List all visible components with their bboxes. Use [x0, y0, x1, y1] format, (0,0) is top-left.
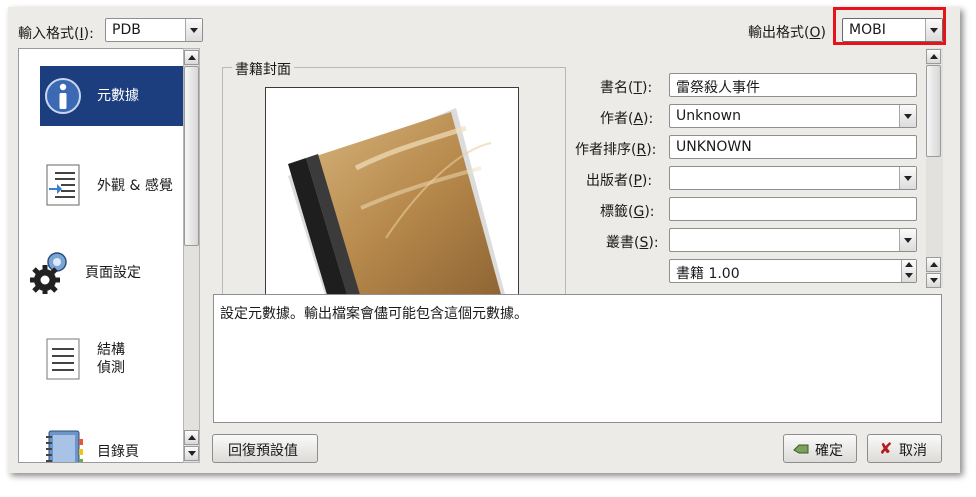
- spin-down-icon[interactable]: [905, 273, 913, 278]
- cancel-button[interactable]: ✘ 取消: [867, 434, 942, 463]
- spin-up-icon[interactable]: [905, 262, 913, 267]
- ok-button[interactable]: 確定: [783, 434, 857, 463]
- sidebar-item-look-and-feel[interactable]: 外觀 & 感覺: [40, 155, 185, 215]
- series-label: 叢書(S):: [606, 235, 659, 251]
- description-box: 設定元數據。輸出檔案會儘可能包含這個元數據。: [213, 294, 942, 423]
- scroll-up-button[interactable]: [184, 430, 199, 445]
- structure-detect-icon: [46, 338, 80, 380]
- sidebar-item-label: 結構 偵測: [97, 342, 125, 376]
- scroll-down-button[interactable]: [926, 273, 941, 288]
- chevron-down-icon: [185, 19, 202, 41]
- toc-notebook-icon: [46, 430, 83, 462]
- sidebar-item-structure-detection[interactable]: 結構 偵測: [40, 329, 185, 389]
- scrollbar-thumb[interactable]: [184, 66, 199, 246]
- scroll-up-button[interactable]: [926, 257, 941, 272]
- series-index-value: 書籍 1.00: [676, 266, 740, 282]
- scroll-up-button[interactable]: [184, 50, 199, 65]
- restore-defaults-button[interactable]: 回復預設值: [212, 434, 318, 463]
- ok-check-icon: [793, 444, 809, 454]
- look-and-feel-icon: [46, 164, 80, 206]
- author-sort-field[interactable]: UNKNOWN: [669, 135, 917, 159]
- author-label: 作者(A):: [600, 111, 654, 127]
- input-format-select[interactable]: PDB: [105, 18, 203, 42]
- sidebar-item-label: 外觀 & 感覺: [97, 178, 173, 194]
- sidebar-item-metadata[interactable]: 元數據: [40, 66, 185, 126]
- chevron-down-icon: [899, 229, 916, 251]
- scroll-down-button[interactable]: [184, 446, 199, 461]
- sidebar-item-toc[interactable]: 目錄頁: [40, 421, 185, 462]
- author-sort-label: 作者排序(R):: [575, 142, 657, 158]
- series-select[interactable]: [669, 228, 917, 252]
- description-text: 設定元數據。輸出檔案會儘可能包含這個元數據。: [220, 306, 528, 322]
- input-format-label: 輸入格式(I):: [18, 26, 94, 42]
- cover-groupbox-title: 書籍封面: [232, 59, 294, 79]
- output-format-label: 輸出格式(O): [748, 25, 826, 41]
- publisher-select[interactable]: [669, 166, 917, 190]
- sidebar-item-label: 元數據: [97, 88, 139, 104]
- scroll-up-button[interactable]: [926, 49, 941, 64]
- sidebar-item-label: 頁面設定: [85, 265, 141, 281]
- chevron-down-icon: [899, 105, 916, 127]
- tags-label: 標籤(G):: [600, 204, 655, 220]
- annotation-highlight-box: [833, 7, 946, 45]
- author-select[interactable]: Unknown: [669, 104, 917, 128]
- input-format-value: PDB: [112, 22, 141, 38]
- form-scrollbar[interactable]: [926, 48, 943, 288]
- sidebar-item-label: 目錄頁: [97, 444, 139, 460]
- series-index-spinbox[interactable]: 書籍 1.00: [669, 259, 917, 283]
- conversion-dialog: 輸入格式(I): PDB 輸出格式(O) MOBI 元數據 外觀 & 感覺 頁面…: [8, 7, 960, 473]
- book-cover-icon: [288, 108, 506, 297]
- sidebar-item-page-setup[interactable]: 頁面設定: [30, 242, 185, 302]
- scrollbar-thumb[interactable]: [926, 65, 941, 157]
- tags-field[interactable]: [669, 197, 917, 221]
- info-icon: [45, 78, 81, 114]
- publisher-label: 出版者(P):: [586, 173, 653, 189]
- cover-image[interactable]: [265, 87, 519, 297]
- cancel-x-icon: ✘: [879, 439, 893, 458]
- page-setup-gears-icon: [30, 252, 67, 294]
- title-field[interactable]: 雷祭殺人事件: [669, 73, 917, 97]
- section-sidebar: 元數據 外觀 & 感覺 頁面設定 結構 偵測 目錄頁: [18, 48, 191, 463]
- sidebar-scrollbar[interactable]: [183, 48, 200, 463]
- chevron-down-icon: [899, 167, 916, 189]
- title-label: 書名(T):: [600, 80, 653, 96]
